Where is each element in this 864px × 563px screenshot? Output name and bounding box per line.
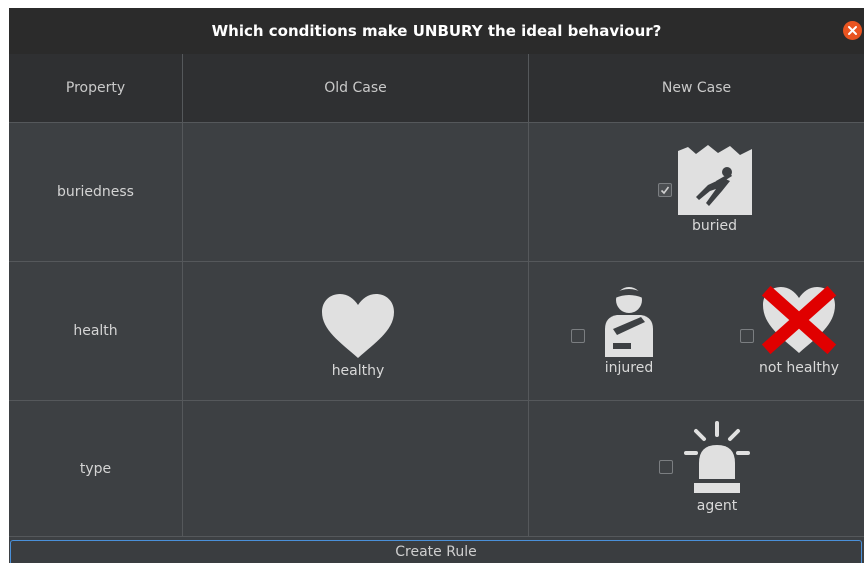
agent-checkbox[interactable] [659, 460, 673, 474]
column-divider [528, 54, 529, 537]
property-label: type [79, 460, 112, 477]
injured-checkbox[interactable] [571, 329, 585, 343]
row-property-buriedness: buriedness [9, 123, 182, 262]
checkmark-icon [660, 186, 670, 195]
buried-person-icon [677, 145, 752, 215]
old-case-cell-health: healthy [183, 262, 528, 401]
option-not-healthy: not healthy [754, 283, 844, 376]
crossed-heart-icon [761, 285, 837, 355]
column-header-label: New Case [661, 80, 732, 96]
new-case-cell-health: injured not healthy [529, 262, 864, 401]
column-header-old-case: Old Case [183, 54, 528, 123]
close-button[interactable] [843, 21, 862, 40]
column-divider [182, 54, 183, 537]
new-case-cell-type: agent [529, 401, 864, 537]
title-bar: Which conditions make UNBURY the ideal b… [9, 8, 864, 54]
option-label: buried [692, 218, 737, 234]
option-label: healthy [331, 363, 385, 379]
row-property-type: type [9, 401, 182, 537]
not-healthy-checkbox[interactable] [740, 329, 754, 343]
conditions-table: Property Old Case New Case buriedness bu… [9, 54, 864, 537]
row-property-health: health [9, 262, 182, 401]
column-header-label: Old Case [324, 80, 387, 96]
create-rule-label: Create Rule [395, 544, 477, 560]
heart-icon [322, 294, 394, 358]
property-label: buriedness [57, 184, 134, 200]
option-injured: injured [594, 283, 664, 376]
create-rule-button[interactable]: Create Rule [10, 540, 862, 563]
option-label: not healthy [759, 360, 839, 376]
option-label: agent [696, 498, 738, 514]
buried-checkbox[interactable] [658, 183, 672, 197]
injured-person-icon [605, 287, 653, 357]
new-case-cell-buriedness: buried [529, 123, 864, 262]
old-case-cell-buriedness [183, 123, 528, 262]
dialog-window: Which conditions make UNBURY the ideal b… [9, 8, 864, 563]
close-icon [848, 26, 857, 35]
option-healthy: healthy [313, 292, 403, 379]
column-header-property: Property [9, 54, 182, 123]
dialog-title: Which conditions make UNBURY the ideal b… [211, 22, 662, 40]
property-label: health [73, 323, 118, 339]
column-header-label: Property [65, 80, 126, 96]
option-agent: agent [679, 421, 755, 514]
siren-light-icon [684, 421, 750, 493]
old-case-cell-type [183, 401, 528, 537]
option-buried: buried [677, 145, 752, 234]
column-header-new-case: New Case [529, 54, 864, 123]
option-label: injured [604, 360, 654, 376]
